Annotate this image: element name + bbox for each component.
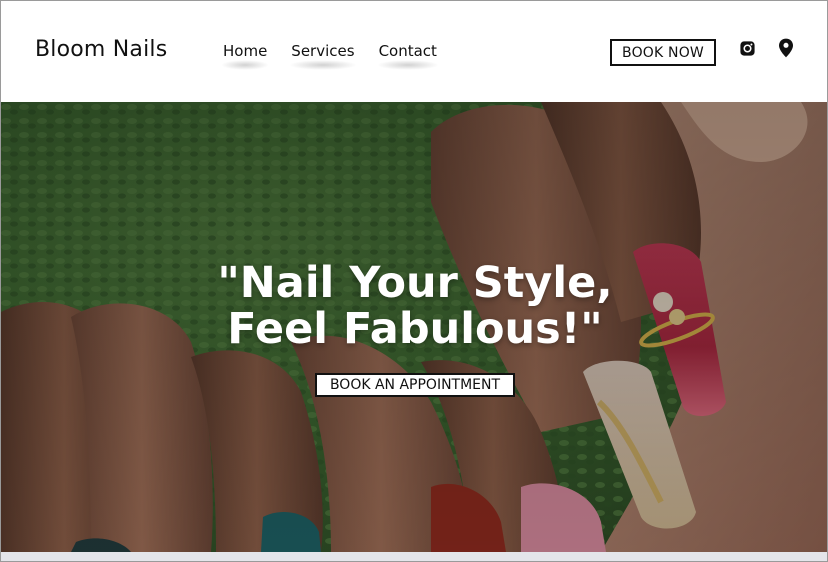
instagram-icon[interactable]	[737, 38, 757, 58]
nav-services-link[interactable]: Services	[289, 42, 357, 70]
hero-title: "Nail Your Style, Feel Fabulous!"	[1, 258, 827, 354]
hero-title-line-2: Feel Fabulous!"	[227, 304, 603, 354]
location-pin-icon[interactable]	[776, 38, 796, 58]
nav-contact-link[interactable]: Contact	[376, 42, 440, 70]
site-header: Bloom Nails Home Services Contact BOOK N…	[1, 1, 827, 102]
next-section-strip	[1, 552, 827, 561]
hero-section: "Nail Your Style, Feel Fabulous!" BOOK A…	[1, 102, 827, 552]
brand-logo[interactable]: Bloom Nails	[35, 37, 167, 62]
page-frame: Bloom Nails Home Services Contact BOOK N…	[0, 0, 828, 562]
main-nav: Home Services Contact	[220, 42, 440, 70]
book-now-button[interactable]: BOOK NOW	[610, 39, 716, 66]
book-appointment-button[interactable]: BOOK AN APPOINTMENT	[315, 373, 515, 397]
hero-title-line-1: "Nail Your Style,	[217, 258, 613, 308]
nav-home-link[interactable]: Home	[220, 42, 270, 70]
